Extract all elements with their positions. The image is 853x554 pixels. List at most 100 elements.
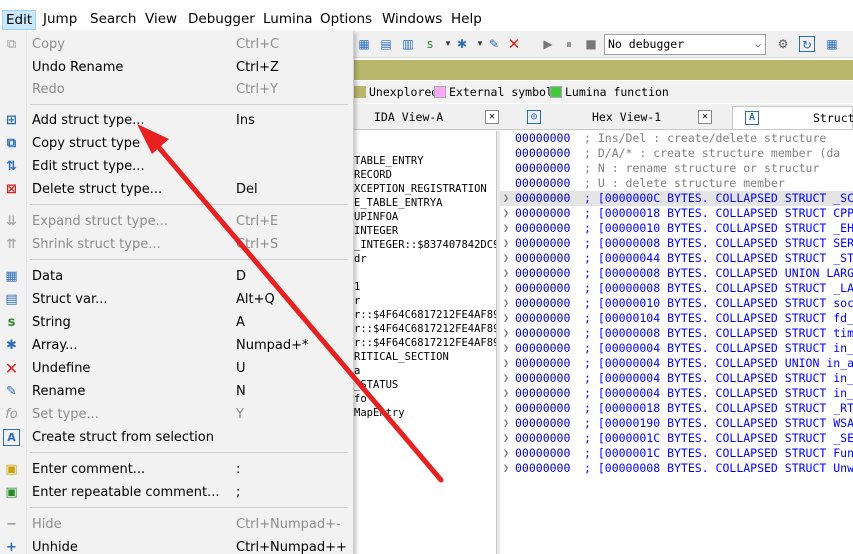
structure-row[interactable]: ❯ 00000000 ; [00000008 BYTES. COLLAPSED ST… [500,236,853,251]
toolbar-data-icon[interactable]: ▤ [378,36,394,52]
chevron-right-icon[interactable]: ❯ [503,206,509,221]
chevron-right-icon[interactable]: ❯ [503,401,509,416]
menu-help[interactable]: Help [448,10,485,30]
listing-line: XCEPTION_REGISTRATION [354,183,487,195]
toolbar-struct-var-icon[interactable]: ▥ [400,36,416,52]
stop-icon[interactable]: ■ [583,36,599,52]
close-icon[interactable]: ✕ [698,110,712,124]
menu-item-struct-var[interactable]: ▤ Struct var... Alt+Q [0,288,352,311]
menu-item-shortcut: : [236,462,241,477]
tab-hex-view-1[interactable]: ◎ Hex View-1 ✕ [520,106,726,129]
menu-item-edit-struct-type[interactable]: ⇅ Edit struct type... [0,155,352,178]
structure-row[interactable]: ❯ 00000000 ; [00000008 BYTES. COLLAPSED UN… [500,266,853,281]
structure-row[interactable]: ❯ 00000000 ; [00000004 BYTES. COLLAPSED ST… [500,341,853,356]
ida-view-pane[interactable]: TABLE_ENTRY RECORD XCEPTION_REGISTRATION… [354,131,496,554]
structure-row[interactable]: ❯ 00000000 ; [00000004 BYTES. COLLAPSED UN… [500,356,853,371]
view-tabs: IDA View-A ✕ ◎ Hex View-1 ✕ A Structu [354,104,853,130]
legend-item-lumina-function: Lumina function [550,85,669,99]
menu-windows[interactable]: Windows [379,10,445,30]
chevron-right-icon[interactable]: ❯ [503,326,509,341]
structure-row[interactable]: ❯ 00000000 ; [00000010 BYTES. COLLAPSED ST… [500,221,853,236]
chevron-right-icon[interactable]: ❯ [503,341,509,356]
menu-item-hide[interactable]: − Hide Ctrl+Numpad+- [0,513,352,536]
menu-item-shrink-struct-type[interactable]: ⇈ Shrink struct type... Ctrl+S [0,233,352,256]
structure-row[interactable]: ❯ 00000000 ; [00000004 BYTES. COLLAPSED ST… [500,386,853,401]
menu-item-string[interactable]: s String A [0,311,352,334]
chevron-right-icon[interactable]: ❯ [503,281,509,296]
toolbar-undefine-icon[interactable]: ✕ [506,36,522,52]
menu-item-undefine[interactable]: ✕ Undefine U [0,357,352,380]
structures-pane[interactable]: 00000000 ; Ins/Del : create/delete struct… [500,131,853,554]
menu-item-copy-struct-type[interactable]: ⧉ Copy struct type [0,132,352,155]
menu-item-create-struct-from-selection[interactable]: A Create struct from selection [0,426,352,449]
chevron-right-icon[interactable]: ❯ [503,266,509,281]
chevron-right-icon[interactable]: ❯ [503,251,509,266]
menu-item-unhide[interactable]: + Unhide Ctrl+Numpad++ [0,536,352,554]
menu-item-enter-comment[interactable]: ▣ Enter comment... : [0,458,352,481]
structure-row[interactable]: ❯ 00000000 ; [00000190 BYTES. COLLAPSED ST… [500,416,853,431]
structure-row[interactable]: ❯ 00000000 ; [0000001C BYTES. COLLAPSED ST… [500,431,853,446]
structure-row[interactable]: ❯ 00000000 ; [00000018 BYTES. COLLAPSED ST… [500,206,853,221]
toolbar-settings-icon[interactable]: ⚙ [775,36,791,52]
menu-edit[interactable]: Edit [2,10,37,30]
toolbar-array-icon[interactable]: ✱ [454,36,470,52]
menu-options[interactable]: Options [317,10,375,30]
menu-item-rename[interactable]: ✎ Rename N [0,380,352,403]
structure-row[interactable]: ❯ 00000000 ; [00000104 BYTES. COLLAPSED ST… [500,311,853,326]
hide-icon: − [6,517,17,532]
menu-item-undo-rename[interactable]: Undo Rename Ctrl+Z [0,56,352,79]
chevron-right-icon[interactable]: ❯ [503,296,509,311]
close-icon[interactable]: ✕ [485,110,499,124]
menu-item-array[interactable]: ✱ Array... Numpad+* [0,334,352,357]
debugger-select[interactable]: No debugger ⌵ [604,34,766,55]
structure-comment-line: 00000000 ; N : rename structure or struct… [500,161,853,176]
chevron-right-icon[interactable]: ❯ [503,356,509,371]
chevron-right-icon[interactable]: ❯ [503,221,509,236]
menu-jump[interactable]: Jump [40,10,80,30]
structure-row[interactable]: ❯ 00000000 ; [0000001C BYTES. COLLAPSED ST… [500,446,853,461]
play-icon[interactable]: ▶ [540,36,556,52]
chevron-right-icon[interactable]: ❯ [503,191,509,206]
structure-row[interactable]: ❯ 00000000 ; [00000008 BYTES. COLLAPSED ST… [500,461,853,476]
chevron-right-icon[interactable]: ❯ [503,386,509,401]
toolbar-rename-icon[interactable]: ✎ [486,36,502,52]
menu-item-add-struct-type[interactable]: ⊞ Add struct type... Ins [0,109,352,132]
menu-item-data[interactable]: ▦ Data D [0,265,352,288]
unhide-icon: + [6,540,17,554]
menu-item-set-type[interactable]: fo Set type... Y [0,403,352,426]
menu-item-enter-repeatable-comment[interactable]: ▣ Enter repeatable comment... ; [0,481,352,504]
structure-row[interactable]: ❯ 00000000 ; [00000044 BYTES. COLLAPSED ST… [500,251,853,266]
tab-ida-view-a[interactable]: IDA View-A ✕ [354,106,504,129]
menu-search[interactable]: Search [87,10,139,30]
menu-lumina[interactable]: Lumina [260,10,316,30]
toolbar-extra-icon[interactable]: ▦ [824,36,840,52]
structure-row[interactable]: ❯ 00000000 ; [00000008 BYTES. COLLAPSED ST… [500,326,853,341]
structure-row[interactable]: ❯ 00000000 ; [00000018 BYTES. COLLAPSED ST… [500,401,853,416]
chevron-right-icon[interactable]: ❯ [503,311,509,326]
chevron-right-icon[interactable]: ❯ [503,371,509,386]
structure-row[interactable]: ❯ 00000000 ; [00000010 BYTES. COLLAPSED ST… [500,296,853,311]
tab-structures[interactable]: A Structu [732,106,853,129]
pause-icon[interactable]: ⏸ [561,36,577,52]
chevron-right-icon[interactable]: ❯ [503,461,509,476]
menu-item-expand-struct-type[interactable]: ⇊ Expand struct type... Ctrl+E [0,210,352,233]
menu-item-redo[interactable]: Redo Ctrl+Y [0,78,352,101]
address: 00000000 [515,401,571,415]
structure-row[interactable]: ❯ 00000000 ; [00000008 BYTES. COLLAPSED ST… [500,281,853,296]
address: 00000000 [515,296,571,310]
structure-row[interactable]: ❯ 00000000 ; [00000004 BYTES. COLLAPSED ST… [500,371,853,386]
toolbar-struct-icon[interactable]: ▦ [356,36,372,52]
chevron-right-icon[interactable]: ❯ [503,431,509,446]
navigation-band[interactable] [354,60,853,80]
menu-item-delete-struct-type[interactable]: ⊠ Delete struct type... Del [0,178,352,201]
menu-view[interactable]: View [142,10,180,30]
chevron-right-icon[interactable]: ❯ [503,236,509,251]
menu-item-copy[interactable]: ⧉ Copy Ctrl+C [0,33,352,56]
toolbar-string-icon[interactable]: s [422,36,438,52]
menu-debugger[interactable]: Debugger [185,10,258,30]
comment-icon: ▣ [5,462,18,477]
chevron-right-icon[interactable]: ❯ [503,446,509,461]
toolbar-attach-icon[interactable]: ↻ [799,36,815,52]
chevron-right-icon[interactable]: ❯ [503,416,509,431]
structure-row[interactable]: ❯ 00000000 ; [0000000C BYTES. COLLAPSED ST… [500,191,853,206]
